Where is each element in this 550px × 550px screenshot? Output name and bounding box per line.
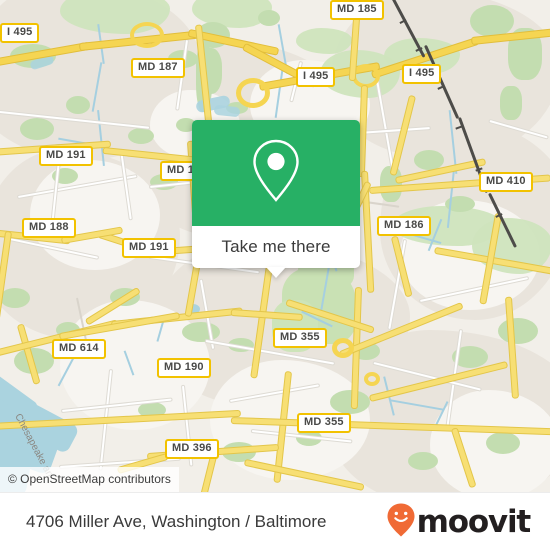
highway-shield: I 495 xyxy=(0,23,40,43)
moovit-logo[interactable]: moovit xyxy=(386,502,532,543)
location-callout[interactable]: Take me there xyxy=(192,120,360,278)
highway-shield: MD 191 xyxy=(122,238,176,258)
highway-shield: MD 191 xyxy=(39,146,93,166)
map-pin-icon xyxy=(249,137,303,210)
highway-shield: I 495 xyxy=(402,64,442,84)
highway-shield: MD 187 xyxy=(131,58,185,78)
callout-pointer xyxy=(266,267,286,278)
highway-shield: I 495 xyxy=(296,67,336,87)
highway-shield: MD 186 xyxy=(377,216,431,236)
highway-shield: MD 190 xyxy=(157,358,211,378)
take-me-there-label: Take me there xyxy=(221,237,331,256)
highway-shield: MD 188 xyxy=(22,218,76,238)
address-label: 4706 Miller Ave, Washington / Baltimore xyxy=(26,512,327,531)
highway-shield: MD 355 xyxy=(273,328,327,348)
page-footer: 4706 Miller Ave, Washington / Baltimore … xyxy=(0,492,550,550)
map-attribution[interactable]: © OpenStreetMap contributors xyxy=(0,467,179,492)
highway-shield: MD 355 xyxy=(297,413,351,433)
highway-shield: MD 185 xyxy=(330,0,384,20)
moovit-map-page: Chesapeake an MD 185 MD 187 I 495 I 495 I 49… xyxy=(0,0,550,550)
highway-shield: MD 410 xyxy=(479,172,533,192)
moovit-smiley-pin-icon xyxy=(386,502,416,543)
callout-footer[interactable]: Take me there xyxy=(192,226,360,278)
moovit-wordmark: moovit xyxy=(416,503,532,540)
highway-shield: MD 396 xyxy=(165,439,219,459)
callout-header xyxy=(192,120,360,226)
highway-shield: MD 614 xyxy=(52,339,106,359)
